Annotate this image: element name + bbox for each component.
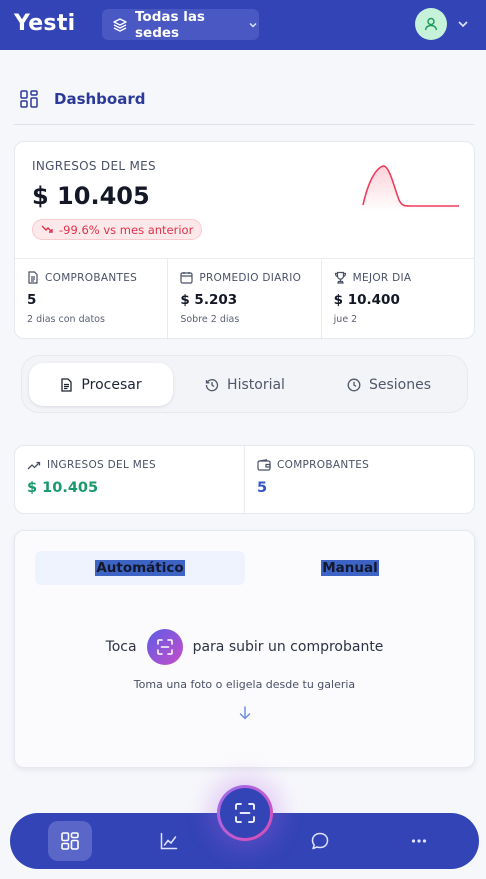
- title-divider: [14, 124, 474, 125]
- scan-icon: [235, 803, 255, 823]
- scan-icon: [156, 639, 173, 655]
- stat-label: COMPROBANTES: [45, 271, 138, 284]
- stat-sub: jue 2: [333, 314, 358, 325]
- chevron-down-icon: [249, 22, 257, 28]
- stat-value: $ 10.400: [333, 292, 400, 308]
- stat-value: $ 5.203: [180, 292, 238, 308]
- avatar[interactable]: [415, 8, 447, 40]
- nav-stats[interactable]: [147, 821, 191, 861]
- mini-label: COMPROBANTES: [277, 459, 370, 471]
- tab-sesiones[interactable]: Sesiones: [317, 363, 461, 406]
- calendar-icon: [180, 272, 193, 284]
- nav-messages[interactable]: [298, 821, 342, 861]
- upload-card: Automático Manual Toca para subir un com…: [14, 530, 475, 768]
- document-icon: [28, 271, 38, 284]
- user-icon: [424, 17, 438, 31]
- income-card: INGRESOS DEL MES $ 10.405 -99.6% vs mes …: [14, 141, 475, 340]
- mode-label: Manual: [321, 560, 379, 576]
- trending-down-icon: [41, 225, 53, 233]
- nav-more[interactable]: [397, 821, 441, 861]
- scan-upload-button[interactable]: [146, 629, 183, 665]
- dashboard-grid-icon: [20, 90, 38, 108]
- trend-text: -99.6% vs mes anterior: [59, 222, 194, 237]
- mode-manual[interactable]: Manual: [245, 551, 455, 585]
- upload-prompt: Toca para subir un comprobante: [15, 629, 474, 665]
- stat-sub: 2 dias con datos: [27, 314, 105, 325]
- account-chevron-icon[interactable]: [456, 17, 470, 31]
- income-value: $ 10.405: [32, 182, 150, 210]
- arrow-down-icon: [239, 706, 251, 720]
- upload-subtext: Toma una foto o eligela desde tu galeria: [133, 678, 356, 691]
- prompt-before: Toca: [105, 639, 137, 655]
- chart-line-icon: [160, 832, 178, 850]
- stat-sub: Sobre 2 dias: [180, 314, 240, 325]
- summary-card: INGRESOS DEL MES $ 10.405 COMPROBANTES 5: [14, 445, 475, 514]
- tab-label: Sesiones: [368, 376, 432, 393]
- stat-label: PROMEDIO DIARIO: [199, 271, 302, 284]
- document-icon: [61, 377, 73, 392]
- nav-dashboard[interactable]: [48, 821, 92, 861]
- stat-value: 5: [27, 292, 37, 308]
- mode-automatico[interactable]: Automático: [35, 551, 245, 585]
- stat-promedio-diario: PROMEDIO DIARIO $ 5.203 Sobre 2 dias: [168, 259, 322, 340]
- scan-fab-button[interactable]: [217, 785, 273, 841]
- income-stats: COMPROBANTES 5 2 dias con datos PROMEDIO…: [15, 258, 474, 340]
- stat-label: MEJOR DIA: [352, 271, 412, 284]
- tab-label: Procesar: [81, 376, 142, 393]
- trending-up-icon: [27, 461, 41, 469]
- page-title: Dashboard: [54, 90, 146, 108]
- stat-comprobantes: COMPROBANTES 5 2 dias con datos: [15, 259, 169, 340]
- chat-icon: [311, 832, 329, 850]
- mini-label: INGRESOS DEL MES: [47, 459, 157, 471]
- layers-icon: [113, 17, 127, 32]
- section-tabs: Procesar Historial Sesiones: [21, 355, 468, 413]
- mini-stat-ingresos: INGRESOS DEL MES $ 10.405: [15, 446, 245, 513]
- more-horizontal-icon: [411, 839, 427, 843]
- tab-procesar[interactable]: Procesar: [29, 363, 173, 406]
- tab-label: Historial: [227, 376, 285, 393]
- income-sparkline: [362, 165, 459, 212]
- mini-stat-comprobantes: COMPROBANTES 5: [245, 446, 474, 513]
- app-logo[interactable]: Yesti: [14, 11, 75, 36]
- clock-icon: [347, 378, 361, 391]
- stat-mejor-dia: MEJOR DIA $ 10.400 jue 2: [322, 259, 474, 340]
- mode-tabs: Automático Manual: [35, 551, 455, 585]
- top-bar: Yesti Todas las sedes: [0, 0, 486, 50]
- tab-historial[interactable]: Historial: [173, 363, 317, 406]
- wallet-icon: [257, 459, 271, 471]
- mini-value: $ 10.405: [27, 480, 99, 496]
- mode-label: Automático: [95, 560, 185, 576]
- trend-badge: -99.6% vs mes anterior: [32, 219, 203, 240]
- page-header: Dashboard: [20, 90, 145, 108]
- mini-value: 5: [257, 480, 268, 496]
- site-selector-label: Todas las sedes: [135, 8, 205, 41]
- history-icon: [205, 378, 219, 391]
- prompt-after: para subir un comprobante: [192, 639, 384, 655]
- income-label: INGRESOS DEL MES: [32, 159, 156, 173]
- site-selector[interactable]: Todas las sedes: [102, 8, 259, 41]
- trophy-icon: [334, 271, 346, 284]
- dashboard-grid-icon: [61, 832, 79, 850]
